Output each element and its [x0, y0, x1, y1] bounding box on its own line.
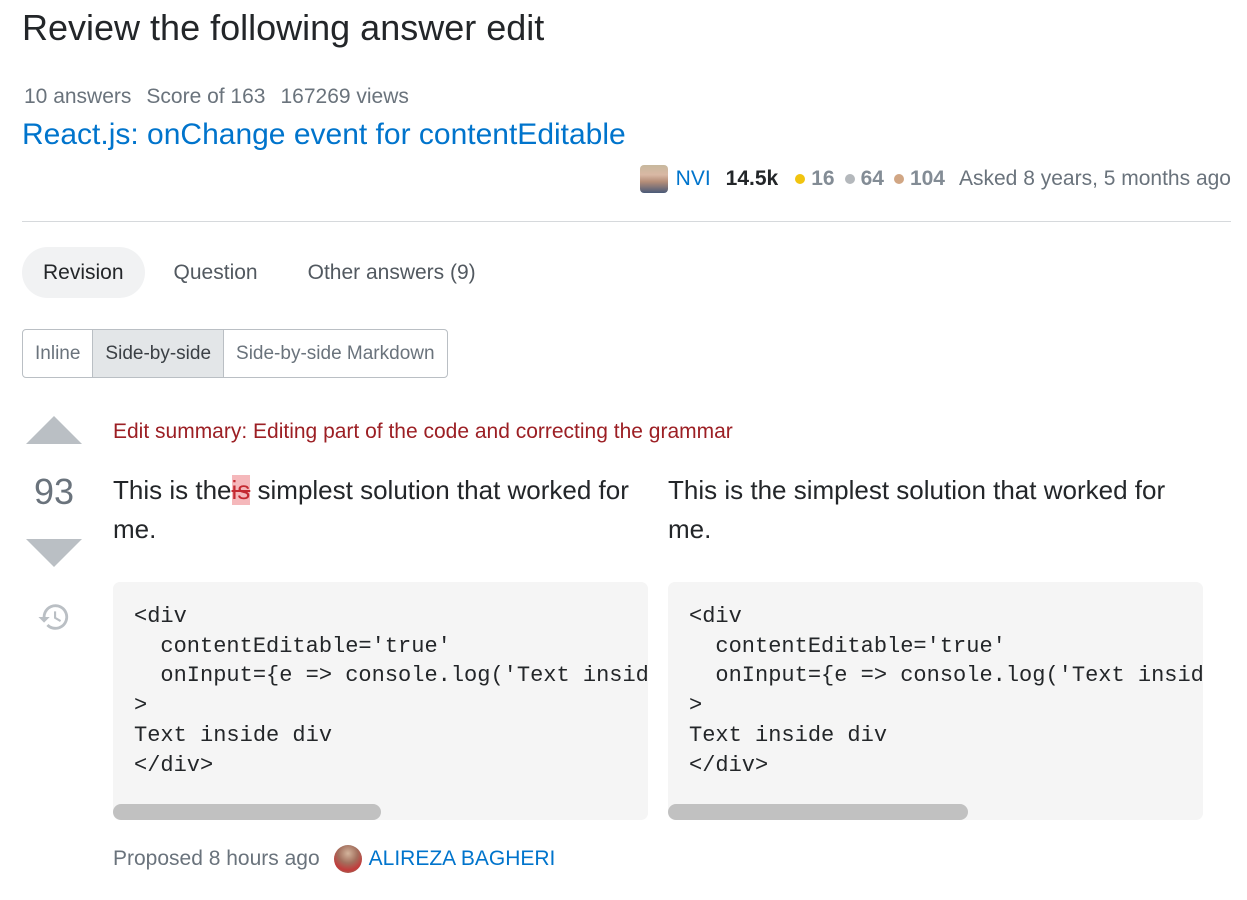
view-side-by-side-button[interactable]: Side-by-side	[93, 330, 225, 377]
revision-after: This is the simplest solution that worke…	[668, 471, 1203, 820]
gold-badges: 16	[795, 164, 835, 194]
arrow-down-icon[interactable]	[26, 539, 82, 567]
edit-summary: Edit summary: Editing part of the code a…	[113, 420, 733, 443]
owner-avatar[interactable]	[639, 165, 668, 193]
editor-avatar[interactable]	[333, 845, 362, 873]
editor-name-link[interactable]: ALIREZA BAGHERI	[369, 844, 556, 874]
divider	[22, 221, 1231, 222]
question-score: Score of 163	[146, 85, 266, 108]
after-code: <div contentEditable='true' onInput={e =…	[689, 604, 1203, 778]
arrow-up-icon[interactable]	[26, 416, 82, 444]
silver-badges: 64	[844, 164, 884, 194]
after-code-block: <div contentEditable='true' onInput={e =…	[668, 582, 1203, 820]
before-code-block: <div contentEditable='true' onInput={e =…	[113, 582, 648, 820]
owner-reputation: 14.5k	[725, 167, 779, 190]
removed-text: is	[231, 475, 251, 505]
diff-view-toggle: Inline Side-by-side Side-by-side Markdow…	[22, 329, 448, 378]
view-side-by-side-markdown-button[interactable]: Side-by-side Markdown	[224, 330, 447, 377]
after-prose: This is the simplest solution that worke…	[668, 475, 1166, 544]
owner-name-link[interactable]: NVI	[676, 164, 711, 194]
tab-revision[interactable]: Revision	[22, 247, 145, 298]
question-stats: 10 answers Score of 163 167269 views	[24, 84, 409, 110]
bronze-badge-icon	[893, 174, 904, 184]
tab-question[interactable]: Question	[153, 247, 279, 298]
question-owner: NVI 14.5k 16 64 104 Asked 8 years, 5 mon…	[639, 164, 1231, 194]
answers-count: 10 answers	[24, 85, 132, 108]
gold-badge-icon	[795, 174, 806, 184]
page-title: Review the following answer edit	[22, 7, 545, 48]
silver-badge-icon	[844, 174, 855, 184]
history-icon[interactable]	[37, 600, 71, 634]
bronze-badges: 104	[893, 164, 945, 194]
asked-time: Asked 8 years, 5 months ago	[959, 167, 1231, 190]
proposed-time: Proposed 8 hours ago	[113, 847, 320, 870]
tab-other-answers[interactable]: Other answers (9)	[287, 247, 497, 298]
review-tabs: Revision Question Other answers (9)	[22, 247, 505, 298]
vote-panel: 93	[22, 416, 86, 634]
before-code: <div contentEditable='true' onInput={e =…	[134, 604, 648, 778]
views-count: 167269 views	[280, 85, 409, 108]
before-prose: This is theis simplest solution that wor…	[113, 475, 629, 544]
proposed-info: Proposed 8 hours ago ALIREZA BAGHERI	[113, 844, 555, 874]
vote-score: 93	[33, 471, 75, 512]
before-code-scrollbar[interactable]	[113, 804, 381, 820]
question-title-link[interactable]: React.js: onChange event for contentEdit…	[22, 117, 626, 153]
revision-before: This is theis simplest solution that wor…	[113, 471, 648, 820]
view-inline-button[interactable]: Inline	[23, 330, 94, 377]
after-code-scrollbar[interactable]	[668, 804, 968, 820]
